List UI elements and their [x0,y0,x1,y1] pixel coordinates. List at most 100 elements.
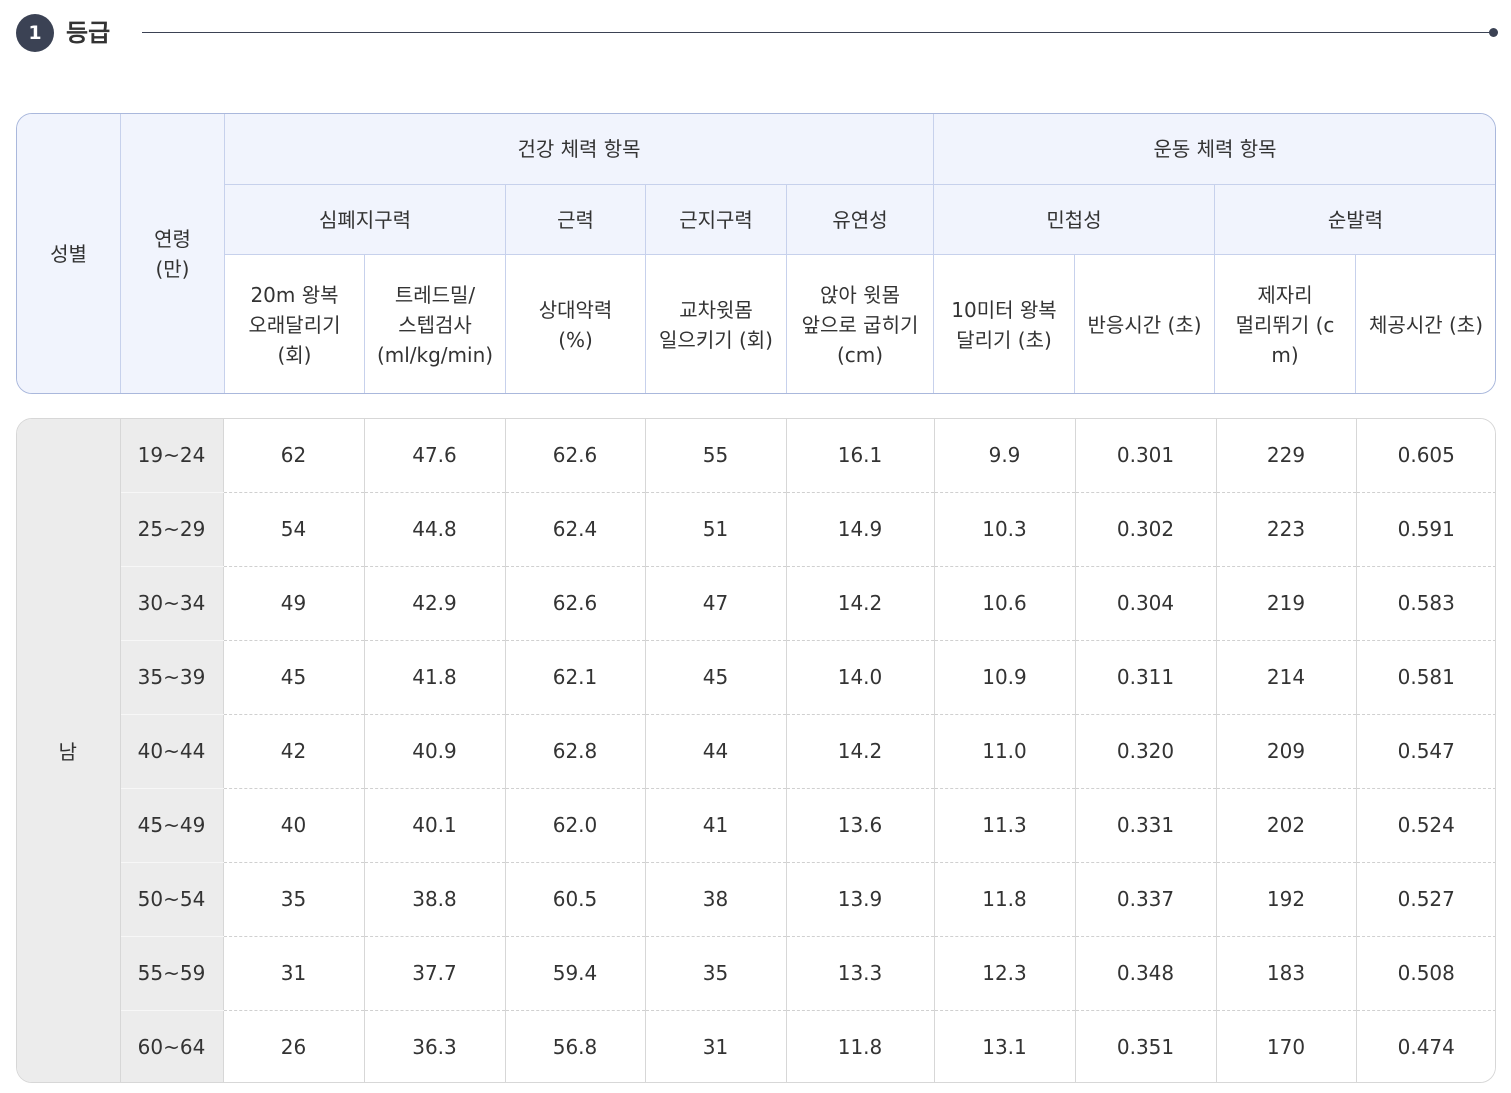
header-gender: 성별 [17,114,121,393]
table-row: 40~44 42 40.9 62.8 44 14.2 11.0 0.320 209 0.547 [17,714,1495,789]
value-cell: 35 [644,936,786,1011]
header-col-line: (cm) [836,342,884,367]
value-cell: 60.5 [504,862,645,937]
value-cell: 55 [644,419,786,493]
value-cell: 11.8 [933,862,1075,937]
value-cell: 45 [644,640,786,715]
header-col-situp: 교차윗몸 일으키기 (회) [645,254,787,393]
header-age-unit: (만) [155,257,190,281]
header-sub-strength: 근력 [505,184,646,255]
value-cell: 45 [222,640,364,715]
value-cell: 13.3 [785,936,934,1011]
value-cell: 0.583 [1355,566,1495,641]
age-cell: 40~44 [119,714,224,789]
value-cell: 26 [222,1010,364,1082]
header-col-line: 앞으로 굽히기 [801,312,919,337]
header-col-treadmill: 트레드밀/ 스텝검사 (ml/kg/min) [364,254,506,393]
value-cell: 0.547 [1355,714,1495,789]
value-cell: 0.337 [1074,862,1216,937]
age-cell: 25~29 [119,492,224,567]
header-group-health: 건강 체력 항목 [223,114,935,185]
value-cell: 0.605 [1355,419,1495,493]
header-sub-endurance: 근지구력 [645,184,787,255]
value-cell: 0.351 [1074,1010,1216,1082]
value-cell: 13.1 [933,1010,1075,1082]
table-row: 25~29 54 44.8 62.4 51 14.9 10.3 0.302 223 0.591 [17,492,1495,567]
header-col-line: 일으키기 (회) [659,327,773,352]
header-col-line: 20m 왕복 [250,282,339,307]
value-cell: 170 [1215,1010,1356,1082]
value-cell: 11.8 [785,1010,934,1082]
header-sub-agility: 민첩성 [933,184,1216,255]
table-row: 35~39 45 41.8 62.1 45 14.0 10.9 0.311 214 0.581 [17,640,1495,715]
value-cell: 219 [1215,566,1356,641]
value-cell: 47.6 [363,419,505,493]
age-cell: 35~39 [119,640,224,715]
section-divider-dot-icon [1489,28,1498,37]
value-cell: 37.7 [363,936,505,1011]
age-cell: 50~54 [119,862,224,937]
header-col-line: 상대악력 [538,297,613,322]
value-cell: 47 [644,566,786,641]
value-cell: 14.0 [785,640,934,715]
value-cell: 41.8 [363,640,505,715]
value-cell: 0.474 [1355,1010,1495,1082]
value-cell: 16.1 [785,419,934,493]
value-cell: 62.6 [504,419,645,493]
value-cell: 36.3 [363,1010,505,1082]
value-cell: 62.8 [504,714,645,789]
header-col-line: 10미터 왕복 [951,297,1057,322]
value-cell: 41 [644,788,786,863]
table-row: 60~64 26 36.3 56.8 31 11.8 13.1 0.351 170 0.474 [17,1010,1495,1082]
value-cell: 11.3 [933,788,1075,863]
value-cell: 9.9 [933,419,1075,493]
value-cell: 31 [644,1010,786,1082]
value-cell: 0.348 [1074,936,1216,1011]
value-cell: 14.2 [785,566,934,641]
table-row: 45~49 40 40.1 62.0 41 13.6 11.3 0.331 202 0.524 [17,788,1495,863]
header-col-grip: 상대악력 (%) [505,254,646,393]
value-cell: 38.8 [363,862,505,937]
value-cell: 40.9 [363,714,505,789]
value-cell: 49 [222,566,364,641]
value-cell: 183 [1215,936,1356,1011]
section-header: 1 등급 [16,14,1498,52]
value-cell: 54 [222,492,364,567]
table-row: 남 19~24 62 47.6 62.6 55 16.1 9.9 0.301 229 0.605 [17,419,1495,1082]
header-col-airtime: 체공시간 (초) [1355,254,1495,393]
value-cell: 0.527 [1355,862,1495,937]
value-cell: 40.1 [363,788,505,863]
value-cell: 35 [222,862,364,937]
value-cell: 10.9 [933,640,1075,715]
value-cell: 10.6 [933,566,1075,641]
value-cell: 38 [644,862,786,937]
header-col-shuttle-run: 20m 왕복 오래달리기 (회) [224,254,365,393]
value-cell: 209 [1215,714,1356,789]
header-col-line: (ml/kg/min) [376,342,494,367]
value-cell: 0.304 [1074,566,1216,641]
value-cell: 0.524 [1355,788,1495,863]
table-row: 55~59 31 37.7 59.4 35 13.3 12.3 0.348 183 0.508 [17,936,1495,1011]
header-col-long-jump: 제자리 멀리뛰기 (c m) [1214,254,1357,393]
value-cell: 62 [222,419,364,493]
table-row: 50~54 35 38.8 60.5 38 13.9 11.8 0.337 192 0.527 [17,862,1495,937]
value-cell: 62.1 [504,640,645,715]
age-cell: 55~59 [119,936,224,1011]
value-cell: 56.8 [504,1010,645,1082]
header-col-line: (%) [558,327,593,352]
header-col-line: 트레드밀/ [394,282,476,307]
header-col-sit-reach: 앉아 윗몸 앞으로 굽히기 (cm) [785,254,935,393]
header-col-line: 체공시간 (초) [1369,312,1483,337]
value-cell: 0.320 [1074,714,1216,789]
header-col-line: 제자리 [1257,282,1313,307]
header-age: 연령 (만) [120,114,225,393]
value-cell: 13.6 [785,788,934,863]
value-cell: 42 [222,714,364,789]
value-cell: 44.8 [363,492,505,567]
section-title: 등급 [66,19,111,47]
header-col-10m-run: 10미터 왕복 달리기 (초) [933,254,1076,393]
header-col-line: (회) [277,342,312,367]
value-cell: 229 [1215,419,1356,493]
header-col-line: 스텝검사 [398,312,472,337]
age-cell: 60~64 [119,1010,224,1082]
